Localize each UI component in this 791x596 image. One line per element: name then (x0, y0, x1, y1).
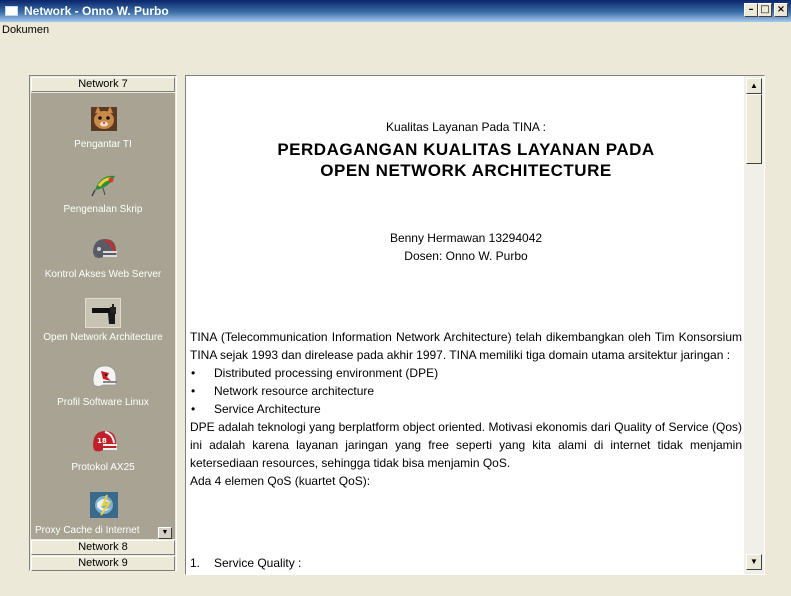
sidebar-item-proxy-cache-di-internet[interactable]: Proxy Cache di Internet (31, 491, 175, 539)
sidebar-item-label: Pengenalan Skrip (63, 204, 143, 215)
cat-icon (91, 106, 117, 131)
title-bar[interactable]: Network - Onno W. Purbo – □ × (0, 0, 791, 22)
sidebar-scroll-down-button[interactable]: ▼ (158, 527, 172, 539)
scroll-up-button[interactable]: ▲ (746, 78, 762, 94)
supervisor-name: Dosen: Onno W. Purbo (404, 249, 528, 263)
red-helmet-icon: 18 (93, 431, 117, 452)
sidebar-item-pengantar-ti[interactable]: Pengantar TI (31, 105, 175, 167)
svg-text:18: 18 (97, 437, 107, 445)
group-network-7[interactable]: Network 7 (31, 77, 175, 92)
document-title: PERDAGANGAN KUALITAS LAYANAN PADA OPEN N… (188, 139, 744, 181)
numbered-item-text: Service Quality : (214, 556, 302, 570)
maximize-button[interactable]: □ (758, 3, 772, 17)
scrollbar-thumb[interactable] (746, 94, 762, 164)
document-title-line-1: PERDAGANGAN KUALITAS LAYANAN PADA (277, 140, 655, 159)
document-subtitle: Kualitas Layanan Pada TINA : (386, 120, 546, 134)
document-text: TINA (Telecommunication Information Netw… (190, 328, 742, 490)
cardinal-helmet-icon (92, 365, 117, 387)
sidebar-item-label: Kontrol Akses Web Server (44, 269, 162, 280)
numbered-item-number: 1. (190, 556, 201, 570)
sidebar-item-kontrol-akses-web-server[interactable]: Kontrol Akses Web Server (31, 235, 175, 297)
sidebar-item-label: Open Network Architecture (43, 332, 163, 343)
document-author-block: Benny Hermawan 13294042 Dosen: Onno W. P… (188, 229, 744, 265)
group-network-9[interactable]: Network 9 (31, 556, 175, 571)
pistol-icon (85, 298, 121, 328)
document-body: Kualitas Layanan Pada TINA : PERDAGANGAN… (188, 76, 744, 574)
window-icon (5, 6, 18, 16)
paragraph-dpe: DPE adalah teknologi yang berplatform ob… (190, 420, 742, 470)
paragraph-intro: TINA (Telecommunication Information Netw… (190, 330, 742, 362)
sidebar-item-profil-software-linux[interactable]: Profil Software Linux (31, 363, 175, 425)
numbered-item: 1. Service Quality : (190, 554, 301, 572)
sidebar-item-label: Pengantar TI (74, 139, 132, 150)
minimize-button[interactable]: – (744, 3, 758, 17)
document-viewer[interactable]: Kualitas Layanan Pada TINA : PERDAGANGAN… (185, 75, 765, 575)
sidebar-item-protokol-ax25[interactable]: 18 Protokol AX25 (31, 428, 175, 490)
group-network-8[interactable]: Network 8 (31, 540, 175, 555)
paragraph-qos-elements: Ada 4 elemen QoS (kuartet QoS): (190, 474, 371, 488)
sidebar-icon-list: Pengantar TI Pengenalan Skrip Kontrol Ak… (31, 93, 175, 539)
bullet-item: Network resource architecture (190, 382, 742, 400)
author-name: Benny Hermawan 13294042 (389, 231, 543, 245)
sidebar-item-label: Proxy Cache di Internet (35, 525, 140, 536)
window-title: Network - Onno W. Purbo (24, 4, 169, 18)
helmet-icon (93, 239, 117, 258)
sidebar-item-pengenalan-skrip[interactable]: Pengenalan Skrip (31, 170, 175, 232)
scroll-down-button[interactable]: ▼ (746, 554, 762, 570)
lure-icon (91, 175, 115, 197)
sidebar-item-label: Profil Software Linux (57, 397, 149, 408)
menu-item-dokumen[interactable]: Dokumen (2, 24, 49, 37)
sidebar-item-open-network-architecture[interactable]: Open Network Architecture (31, 298, 175, 360)
cyclone-icon (90, 492, 118, 518)
bullet-item: Service Architecture (190, 400, 742, 418)
vertical-scrollbar[interactable]: ▲ ▼ (744, 76, 764, 574)
close-button[interactable]: × (774, 3, 788, 17)
sidebar-item-label: Protokol AX25 (71, 462, 135, 473)
bullet-item: Distributed processing environment (DPE) (190, 364, 742, 382)
menu-bar: Dokumen (0, 22, 791, 40)
document-title-line-2: OPEN NETWORK ARCHITECTURE (320, 161, 612, 180)
sidebar-panel: Network 7 Pengantar TI Pengenalan Skrip … (29, 75, 177, 571)
